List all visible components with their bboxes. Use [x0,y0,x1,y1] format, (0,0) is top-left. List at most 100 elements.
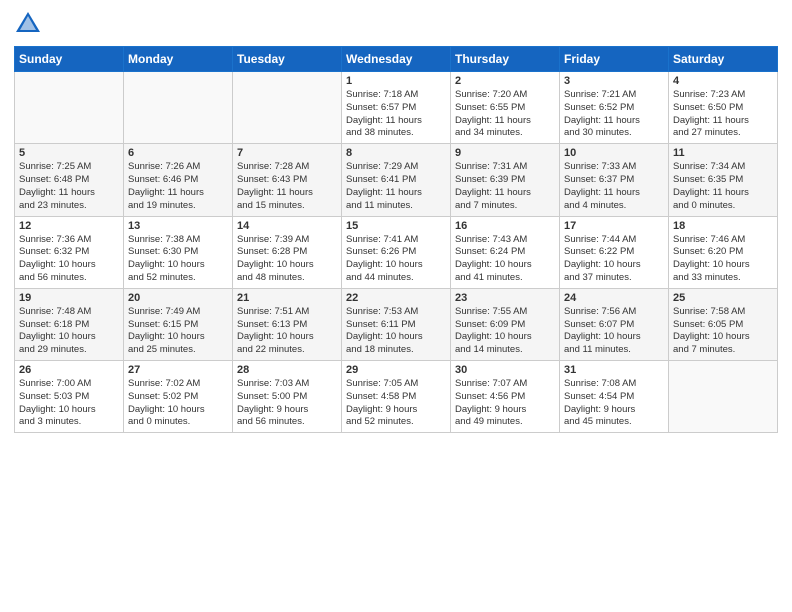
day-number: 13 [128,220,228,232]
day-info: Sunrise: 7:48 AM Sunset: 6:18 PM Dayligh… [19,306,119,357]
day-info: Sunrise: 7:36 AM Sunset: 6:32 PM Dayligh… [19,234,119,285]
day-info: Sunrise: 7:34 AM Sunset: 6:35 PM Dayligh… [673,161,773,212]
weekday-header-monday: Monday [124,47,233,72]
day-number: 21 [237,292,337,304]
day-number: 9 [455,147,555,159]
calendar-cell: 14Sunrise: 7:39 AM Sunset: 6:28 PM Dayli… [233,216,342,288]
calendar-cell: 6 Sunrise: 7:26 AM Sunset: 6:46 PM Daylig… [124,144,233,216]
week-row-2: 5 Sunrise: 7:25 AM Sunset: 6:48 PM Daylig… [15,144,778,216]
calendar-table: SundayMondayTuesdayWednesdayThursdayFrid… [14,46,778,433]
logo [14,10,46,38]
day-info: Sunrise: 7:46 AM Sunset: 6:20 PM Dayligh… [673,234,773,285]
day-number: 20 [128,292,228,304]
day-number: 5 [19,147,119,159]
day-info: Sunrise: 7:21 AM Sunset: 6:52 PM Dayligh… [564,89,664,140]
day-info: Sunrise: 7:31 AM Sunset: 6:39 PM Dayligh… [455,161,555,212]
day-info: Sunrise: 7:25 AM Sunset: 6:48 PM Dayligh… [19,161,119,212]
calendar-cell: 22 Sunrise: 7:53 AM Sunset: 6:11 PM Dayli… [342,288,451,360]
calendar-cell: 21Sunrise: 7:51 AM Sunset: 6:13 PM Dayli… [233,288,342,360]
week-row-5: 26 Sunrise: 7:00 AM Sunset: 5:03 PM Dayli… [15,361,778,433]
day-info: Sunrise: 7:07 AM Sunset: 4:56 PM Dayligh… [455,378,555,429]
day-info: Sunrise: 7:29 AM Sunset: 6:41 PM Dayligh… [346,161,446,212]
calendar-cell: 23 Sunrise: 7:55 AM Sunset: 6:09 PM Dayli… [451,288,560,360]
day-number: 15 [346,220,446,232]
day-info: Sunrise: 7:26 AM Sunset: 6:46 PM Dayligh… [128,161,228,212]
day-number: 22 [346,292,446,304]
calendar-cell: 8 Sunrise: 7:29 AM Sunset: 6:41 PM Daylig… [342,144,451,216]
day-info: Sunrise: 7:33 AM Sunset: 6:37 PM Dayligh… [564,161,664,212]
week-row-3: 12 Sunrise: 7:36 AM Sunset: 6:32 PM Dayli… [15,216,778,288]
day-number: 16 [455,220,555,232]
day-number: 23 [455,292,555,304]
calendar-cell: 25Sunrise: 7:58 AM Sunset: 6:05 PM Dayli… [669,288,778,360]
day-number: 8 [346,147,446,159]
calendar-cell: 16 Sunrise: 7:43 AM Sunset: 6:24 PM Dayli… [451,216,560,288]
page-container: SundayMondayTuesdayWednesdayThursdayFrid… [0,0,792,443]
weekday-header-thursday: Thursday [451,47,560,72]
calendar-cell: 5 Sunrise: 7:25 AM Sunset: 6:48 PM Daylig… [15,144,124,216]
weekday-header-row: SundayMondayTuesdayWednesdayThursdayFrid… [15,47,778,72]
calendar-cell [15,72,124,144]
day-number: 10 [564,147,664,159]
calendar-cell: 13 Sunrise: 7:38 AM Sunset: 6:30 PM Dayli… [124,216,233,288]
day-number: 7 [237,147,337,159]
day-number: 30 [455,364,555,376]
logo-icon [14,10,42,38]
day-number: 12 [19,220,119,232]
day-number: 27 [128,364,228,376]
day-info: Sunrise: 7:02 AM Sunset: 5:02 PM Dayligh… [128,378,228,429]
calendar-cell: 31 Sunrise: 7:08 AM Sunset: 4:54 PM Dayli… [560,361,669,433]
day-info: Sunrise: 7:43 AM Sunset: 6:24 PM Dayligh… [455,234,555,285]
day-number: 26 [19,364,119,376]
day-info: Sunrise: 7:38 AM Sunset: 6:30 PM Dayligh… [128,234,228,285]
day-number: 28 [237,364,337,376]
day-info: Sunrise: 7:08 AM Sunset: 4:54 PM Dayligh… [564,378,664,429]
calendar-cell: 11 Sunrise: 7:34 AM Sunset: 6:35 PM Dayli… [669,144,778,216]
calendar-cell: 19 Sunrise: 7:48 AM Sunset: 6:18 PM Dayli… [15,288,124,360]
calendar-cell: 20 Sunrise: 7:49 AM Sunset: 6:15 PM Dayli… [124,288,233,360]
calendar-cell [124,72,233,144]
day-info: Sunrise: 7:56 AM Sunset: 6:07 PM Dayligh… [564,306,664,357]
calendar-cell: 9 Sunrise: 7:31 AM Sunset: 6:39 PM Daylig… [451,144,560,216]
calendar-cell [669,361,778,433]
calendar-cell: 15 Sunrise: 7:41 AM Sunset: 6:26 PM Dayli… [342,216,451,288]
day-info: Sunrise: 7:28 AM Sunset: 6:43 PM Dayligh… [237,161,337,212]
weekday-header-wednesday: Wednesday [342,47,451,72]
day-number: 1 [346,75,446,87]
weekday-header-friday: Friday [560,47,669,72]
day-info: Sunrise: 7:41 AM Sunset: 6:26 PM Dayligh… [346,234,446,285]
calendar-cell: 7 Sunrise: 7:28 AM Sunset: 6:43 PM Daylig… [233,144,342,216]
day-info: Sunrise: 7:49 AM Sunset: 6:15 PM Dayligh… [128,306,228,357]
day-number: 3 [564,75,664,87]
day-number: 29 [346,364,446,376]
calendar-cell: 1 Sunrise: 7:18 AM Sunset: 6:57 PM Daylig… [342,72,451,144]
day-info: Sunrise: 7:00 AM Sunset: 5:03 PM Dayligh… [19,378,119,429]
day-number: 6 [128,147,228,159]
day-number: 24 [564,292,664,304]
day-number: 19 [19,292,119,304]
day-number: 4 [673,75,773,87]
weekday-header-sunday: Sunday [15,47,124,72]
calendar-cell: 3 Sunrise: 7:21 AM Sunset: 6:52 PM Daylig… [560,72,669,144]
week-row-4: 19 Sunrise: 7:48 AM Sunset: 6:18 PM Dayli… [15,288,778,360]
weekday-header-saturday: Saturday [669,47,778,72]
day-info: Sunrise: 7:23 AM Sunset: 6:50 PM Dayligh… [673,89,773,140]
day-info: Sunrise: 7:44 AM Sunset: 6:22 PM Dayligh… [564,234,664,285]
day-info: Sunrise: 7:55 AM Sunset: 6:09 PM Dayligh… [455,306,555,357]
week-row-1: 1 Sunrise: 7:18 AM Sunset: 6:57 PM Daylig… [15,72,778,144]
calendar-cell: 17Sunrise: 7:44 AM Sunset: 6:22 PM Dayli… [560,216,669,288]
day-info: Sunrise: 7:05 AM Sunset: 4:58 PM Dayligh… [346,378,446,429]
day-info: Sunrise: 7:03 AM Sunset: 5:00 PM Dayligh… [237,378,337,429]
day-number: 31 [564,364,664,376]
header [14,10,778,38]
calendar-cell: 29 Sunrise: 7:05 AM Sunset: 4:58 PM Dayli… [342,361,451,433]
day-info: Sunrise: 7:20 AM Sunset: 6:55 PM Dayligh… [455,89,555,140]
day-info: Sunrise: 7:18 AM Sunset: 6:57 PM Dayligh… [346,89,446,140]
calendar-cell: 30 Sunrise: 7:07 AM Sunset: 4:56 PM Dayli… [451,361,560,433]
day-number: 18 [673,220,773,232]
day-info: Sunrise: 7:53 AM Sunset: 6:11 PM Dayligh… [346,306,446,357]
calendar-cell: 12 Sunrise: 7:36 AM Sunset: 6:32 PM Dayli… [15,216,124,288]
calendar-cell: 10 Sunrise: 7:33 AM Sunset: 6:37 PM Dayli… [560,144,669,216]
day-number: 11 [673,147,773,159]
calendar-cell: 18 Sunrise: 7:46 AM Sunset: 6:20 PM Dayli… [669,216,778,288]
